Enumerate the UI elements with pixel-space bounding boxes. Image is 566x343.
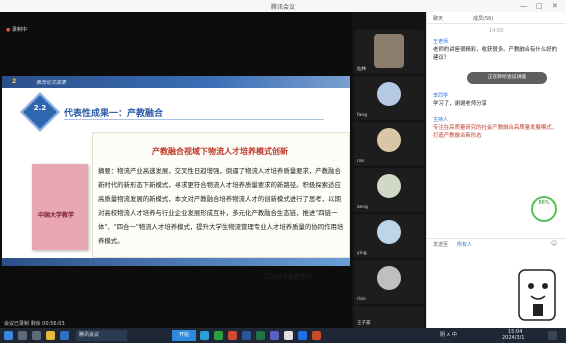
- progress-ring: 86%: [531, 196, 557, 222]
- window-title: 腾讯会议: [270, 4, 295, 11]
- tab-members[interactable]: 成员(56): [473, 15, 493, 22]
- message-text: 老师的讲座很精彩，收获很多。产教融合有什么好的建议？: [433, 47, 557, 61]
- journal-title: 中国大学教学: [38, 212, 75, 219]
- paper-title: 产教融合视域下物流人才培养模式创新: [152, 146, 288, 156]
- windows-start-icon[interactable]: [4, 331, 13, 340]
- recording-badge: ● 录制中: [6, 26, 46, 36]
- slide-heading: 代表性成果一：产教融合: [64, 109, 164, 119]
- shared-screen: ● 录制中 2 教改论文成果 2.2 代表性成果一：产教融合 中国大学教学 产教…: [0, 12, 352, 328]
- section-diamond-icon: [20, 92, 60, 132]
- avatar: [377, 220, 401, 244]
- journal-cover: 中国大学教学: [32, 164, 88, 250]
- emoji-icon[interactable]: ☺: [551, 240, 557, 247]
- video-tile[interactable]: 王子豪: [354, 306, 424, 328]
- participant-name: ying: [357, 251, 367, 256]
- chat-panel: 聊天 成员(56) 14:50 王老师 老师的讲座很精彩，收获很多。产教融合有什…: [426, 12, 566, 328]
- excel-icon[interactable]: [256, 331, 265, 340]
- send-target-dropdown[interactable]: 所有人: [457, 241, 472, 248]
- video-tile[interactable]: zeng: [354, 168, 424, 212]
- participant-name: fang: [357, 113, 368, 118]
- video-tile[interactable]: ying: [354, 214, 424, 258]
- section-number: 2: [12, 78, 17, 85]
- heading-divider: [64, 119, 324, 120]
- video-tile[interactable]: rian: [354, 260, 424, 304]
- taskbar-app-meeting[interactable]: 腾讯会议: [76, 330, 127, 341]
- video-tile[interactable]: fang: [354, 76, 424, 120]
- video-tile-speaker[interactable]: 仙林: [354, 30, 424, 74]
- speaker-video: [374, 34, 404, 68]
- browser-icon[interactable]: [60, 331, 69, 340]
- edge-icon[interactable]: [200, 331, 209, 340]
- participant-name: zeng: [357, 205, 368, 210]
- slide-bottom-band: [2, 258, 350, 266]
- recording-label: 录制中: [11, 27, 27, 33]
- notification-icon[interactable]: [548, 331, 557, 340]
- meeting-status-bar: 会议已录制 剩余 00:56:03: [0, 318, 352, 328]
- message-sender: 王老师: [433, 39, 449, 45]
- message-sender: 李同学: [433, 93, 449, 99]
- avatar: [377, 128, 401, 152]
- message-sender: 主持人: [433, 117, 449, 123]
- badge-number: 2.2: [33, 104, 47, 112]
- meeting-icon[interactable]: [298, 331, 307, 340]
- video-tile[interactable]: ran: [354, 122, 424, 166]
- presentation-slide: 2 教改论文成果 2.2 代表性成果一：产教融合 中国大学教学 产教融合视域下物…: [2, 76, 350, 266]
- ppt-icon[interactable]: [228, 331, 237, 340]
- avatar: [377, 174, 401, 198]
- send-to-label: 发送至: [433, 242, 449, 248]
- avatar: [377, 82, 401, 106]
- institution-footer: 江汉经济管理学院: [264, 274, 313, 281]
- close-button[interactable]: ✕: [552, 2, 558, 10]
- video-column: 仙林 fang ran zeng ying rian 王子豪: [352, 12, 426, 328]
- app-icon[interactable]: [312, 331, 321, 340]
- record-dot-icon: ●: [6, 27, 11, 33]
- cartoon-sticker: [518, 269, 556, 321]
- taskbar-start-button[interactable]: 开始: [172, 330, 196, 341]
- participant-name: 王子豪: [357, 321, 371, 326]
- status-text: 会议已录制 剩余 00:56:03: [4, 321, 65, 327]
- message-text: 学习了，谢谢老师分享: [433, 101, 487, 107]
- participant-name: 仙林: [357, 67, 366, 72]
- word-icon[interactable]: [242, 331, 251, 340]
- paper-abstract: 摘要：物流产业高速发展，交叉性日趋增强，倒逼了物流人才培养质量要求，产教融合新时…: [98, 167, 344, 245]
- teams-icon[interactable]: [270, 331, 279, 340]
- section-title: 教改论文成果: [36, 80, 67, 86]
- notification-tooltip: 正在聆听会议讲座: [467, 72, 547, 84]
- chat-input-bar[interactable]: 发送至 所有人 ☺: [427, 238, 566, 249]
- divider: [427, 23, 566, 24]
- wechat-icon[interactable]: [214, 331, 223, 340]
- participant-name: rian: [357, 297, 366, 302]
- avatar: [377, 266, 401, 290]
- message-text: 专注在高质量研究的社会产教融合高质量发展模式，打造产教融合新形态: [433, 125, 557, 139]
- taskbar: 腾讯会议 开始 阴 ∧ 中 15:04 2024/3/1: [0, 328, 566, 343]
- file-explorer-icon[interactable]: [46, 331, 55, 340]
- tab-chat[interactable]: 聊天: [433, 15, 443, 22]
- maximize-button[interactable]: □: [536, 2, 543, 10]
- minimize-button[interactable]: —: [520, 2, 527, 10]
- chat-time: 14:50: [489, 28, 504, 34]
- system-tray[interactable]: 阴 ∧ 中: [440, 330, 500, 341]
- clock-date[interactable]: 2024/3/1: [502, 335, 524, 342]
- search-icon[interactable]: [18, 331, 27, 340]
- participant-name: ran: [357, 159, 365, 164]
- task-view-icon[interactable]: [32, 331, 41, 340]
- folder-icon[interactable]: [284, 331, 293, 340]
